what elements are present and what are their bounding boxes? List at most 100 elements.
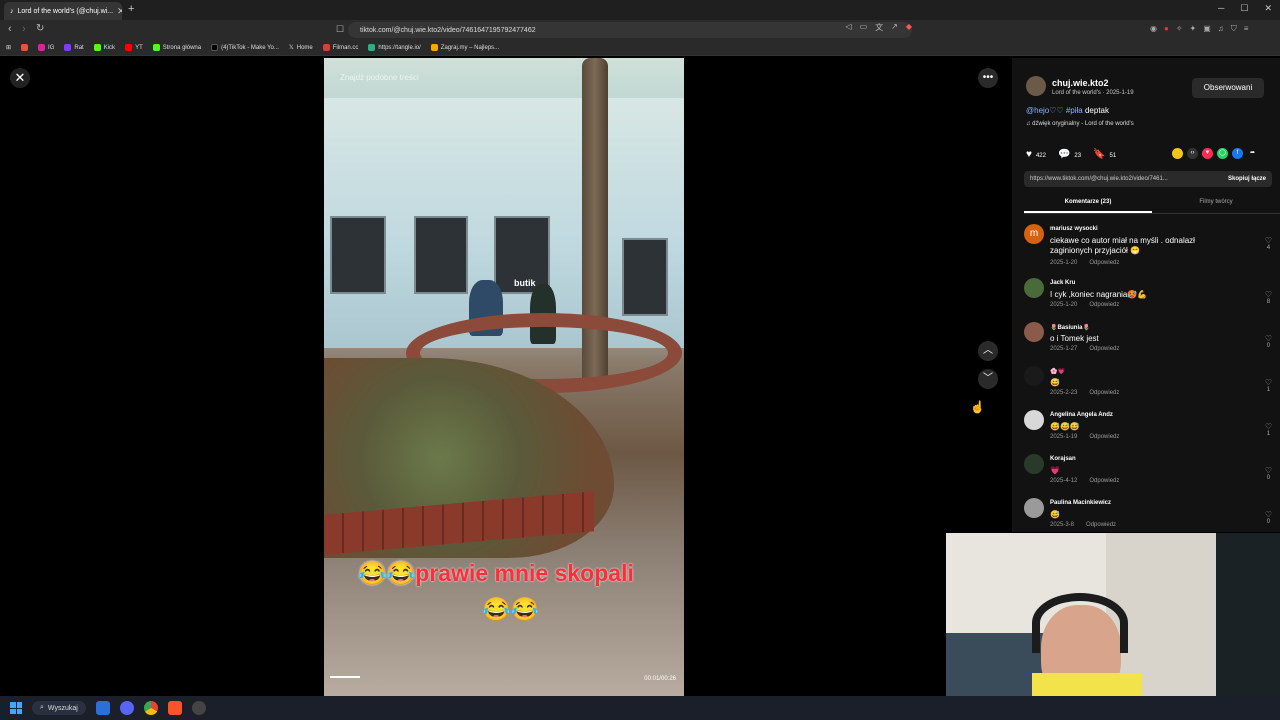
follow-button[interactable]: Obserwowani	[1192, 78, 1264, 98]
share-icon[interactable]: ↗	[891, 22, 898, 33]
video-overlay-text[interactable]: Znajdź podobne treści	[340, 73, 419, 82]
bookmark-rat[interactable]: Rat	[64, 44, 84, 51]
sound-link[interactable]: ♫ dźwięk oryginalny - Lord of the world'…	[1026, 121, 1134, 127]
comment-like-button[interactable]: ♡ 1	[1265, 378, 1272, 393]
more-options-button[interactable]: •••	[978, 68, 998, 88]
copy-link-button[interactable]: Skopiuj łącze	[1228, 171, 1266, 187]
tab-creator-videos[interactable]: Filmy twórcy	[1152, 196, 1280, 213]
close-window-icon[interactable]: ✕	[1264, 3, 1272, 14]
windows-start-icon[interactable]	[10, 702, 22, 714]
bookmark-icon[interactable]	[21, 44, 29, 51]
reply-button[interactable]: Odpowiedz	[1089, 478, 1119, 484]
comment-author[interactable]: Jack Kru	[1050, 280, 1075, 286]
like-button[interactable]: ♥ 422	[1026, 149, 1046, 160]
bookmark-filman[interactable]: Filman.cc	[322, 44, 358, 51]
share-link-text[interactable]: https://www.tiktok.com/@chuj.wie.kto2/vi…	[1030, 176, 1168, 182]
mention-link[interactable]: @hejo♡♡	[1026, 106, 1064, 115]
avatar[interactable]	[1024, 366, 1044, 386]
share-arrow-icon[interactable]: ➦	[1247, 148, 1258, 159]
bookmark-kick[interactable]: Kick	[93, 44, 115, 51]
minimize-icon[interactable]: ─	[1218, 3, 1224, 14]
comment-like-button[interactable]: ♡ 0	[1265, 334, 1272, 349]
comment-author[interactable]: Korajsan	[1050, 456, 1076, 462]
extension-icon[interactable]: ●	[1164, 24, 1169, 34]
reload-icon[interactable]: ↻	[36, 23, 44, 34]
previous-video-button[interactable]: ︿	[978, 341, 998, 361]
tab-comments[interactable]: Komentarze (23)	[1024, 196, 1152, 213]
hashtag-link[interactable]: #piła	[1066, 106, 1083, 115]
avatar[interactable]	[1024, 278, 1044, 298]
close-tab-icon[interactable]: ✕	[117, 6, 122, 17]
author-avatar[interactable]	[1026, 76, 1046, 96]
reply-button[interactable]: Odpowiedz	[1089, 260, 1119, 266]
whatsapp-icon[interactable]: ◯	[1217, 148, 1228, 159]
comment-button[interactable]: 💬 23	[1058, 149, 1081, 160]
brave-icon[interactable]	[167, 701, 182, 715]
avatar[interactable]	[1024, 322, 1044, 342]
reply-button[interactable]: Odpowiedz	[1089, 390, 1119, 396]
new-tab-button[interactable]: +	[128, 3, 134, 15]
sidebar-icon[interactable]: ▣	[1203, 24, 1211, 34]
cast-icon[interactable]: ▭	[860, 22, 868, 33]
video-progress-bar[interactable]	[330, 676, 360, 678]
menu-icon[interactable]: ≡	[1244, 24, 1249, 34]
author-handle[interactable]: chuj.wie.kto2	[1052, 78, 1109, 88]
comment-like-button[interactable]: ♡ 8	[1265, 290, 1272, 305]
wallet-icon[interactable]: ⛉	[1231, 24, 1237, 34]
maximize-icon[interactable]: ☐	[1240, 3, 1248, 14]
browser-tab[interactable]: ♪ Lord of the world's (@chuj.wi... ✕	[4, 2, 122, 20]
forward-icon[interactable]: ›	[22, 23, 26, 35]
bookmark-tiktok[interactable]: (4)TikTok - Make Yo...	[211, 44, 279, 51]
obs-icon[interactable]	[191, 701, 206, 715]
bookmark-zagraj[interactable]: Zagraj.my – Najleps...	[430, 44, 499, 51]
comment-like-button[interactable]: ♡ 0	[1265, 466, 1272, 481]
reply-button[interactable]: Odpowiedz	[1089, 302, 1119, 308]
brave-shield-icon[interactable]: ◆	[906, 22, 912, 33]
bookmark-strona-glowna[interactable]: Strona główna	[152, 44, 201, 51]
reply-button[interactable]: Odpowiedz	[1089, 346, 1119, 352]
comment-author[interactable]: Angelina Angela Andz	[1050, 412, 1113, 418]
address-bar[interactable]: ☐ tiktok.com/@chuj.wie.kto2/video/746164…	[336, 22, 912, 38]
bookmark-tangle[interactable]: https://tangle.io/	[368, 44, 421, 51]
media-icon[interactable]: ♫	[1218, 24, 1224, 34]
extensions-puzzle-icon[interactable]: ✦	[1190, 24, 1197, 34]
bookmark-home[interactable]: 𝕏 Home	[289, 44, 313, 52]
embed-icon[interactable]: ‹›	[1187, 148, 1198, 159]
reply-button[interactable]: Odpowiedz	[1089, 434, 1119, 440]
comment-meta: 2025-1-20 Odpowiedz	[1050, 260, 1120, 266]
reply-button[interactable]: Odpowiedz	[1086, 522, 1116, 528]
send-to-friend-icon[interactable]: ▼	[1202, 148, 1213, 159]
extension-icon[interactable]: ✧	[1176, 24, 1183, 34]
avatar[interactable]	[1024, 498, 1044, 518]
comment-like-button[interactable]: ♡ 1	[1265, 422, 1272, 437]
taskbar-search[interactable]: ⌕ Wyszukaj	[32, 701, 86, 715]
bookmark-ig[interactable]: IG	[38, 44, 54, 51]
comment-like-button[interactable]: ♡ 0	[1265, 510, 1272, 525]
apps-grid-icon[interactable]: ⊞	[6, 44, 11, 51]
comment-author[interactable]: Paulina Macinkiewicz	[1050, 500, 1111, 506]
file-explorer-icon[interactable]	[95, 701, 110, 715]
comment-author[interactable]: mariusz wysocki	[1050, 226, 1098, 232]
avatar[interactable]: m	[1024, 224, 1044, 244]
next-video-button[interactable]: ﹀	[978, 369, 998, 389]
comment-author[interactable]: 🌷Basiunia🌷	[1050, 324, 1090, 331]
back-icon[interactable]: ‹	[8, 23, 12, 35]
facebook-icon[interactable]: f	[1232, 148, 1243, 159]
discord-icon[interactable]	[119, 701, 134, 715]
mute-icon[interactable]: ◁	[845, 22, 851, 33]
avatar[interactable]	[1024, 410, 1044, 430]
comment-like-button[interactable]: ♡ 4	[1265, 236, 1272, 251]
video-player[interactable]: Modnisia butik Znajdź podobne treści 😂😂p…	[324, 58, 684, 696]
avatar[interactable]	[1024, 454, 1044, 474]
save-button[interactable]: 🔖 51	[1093, 149, 1116, 160]
translate-icon[interactable]: 文	[875, 22, 883, 33]
emoji-share-icon[interactable]	[1172, 148, 1183, 159]
bookmark-yt[interactable]: YT	[125, 44, 143, 51]
close-video-button[interactable]: ✕	[10, 68, 30, 88]
comment-author[interactable]: 🌸💗	[1050, 368, 1065, 375]
extension-icon[interactable]: ◉	[1150, 24, 1157, 34]
chrome-icon[interactable]	[143, 701, 158, 715]
post-details-panel: chuj.wie.kto2 Lord of the world's · 2025…	[1012, 58, 1280, 532]
bookmark-icon[interactable]: ☐	[336, 24, 344, 35]
tiktok-icon	[211, 44, 219, 51]
